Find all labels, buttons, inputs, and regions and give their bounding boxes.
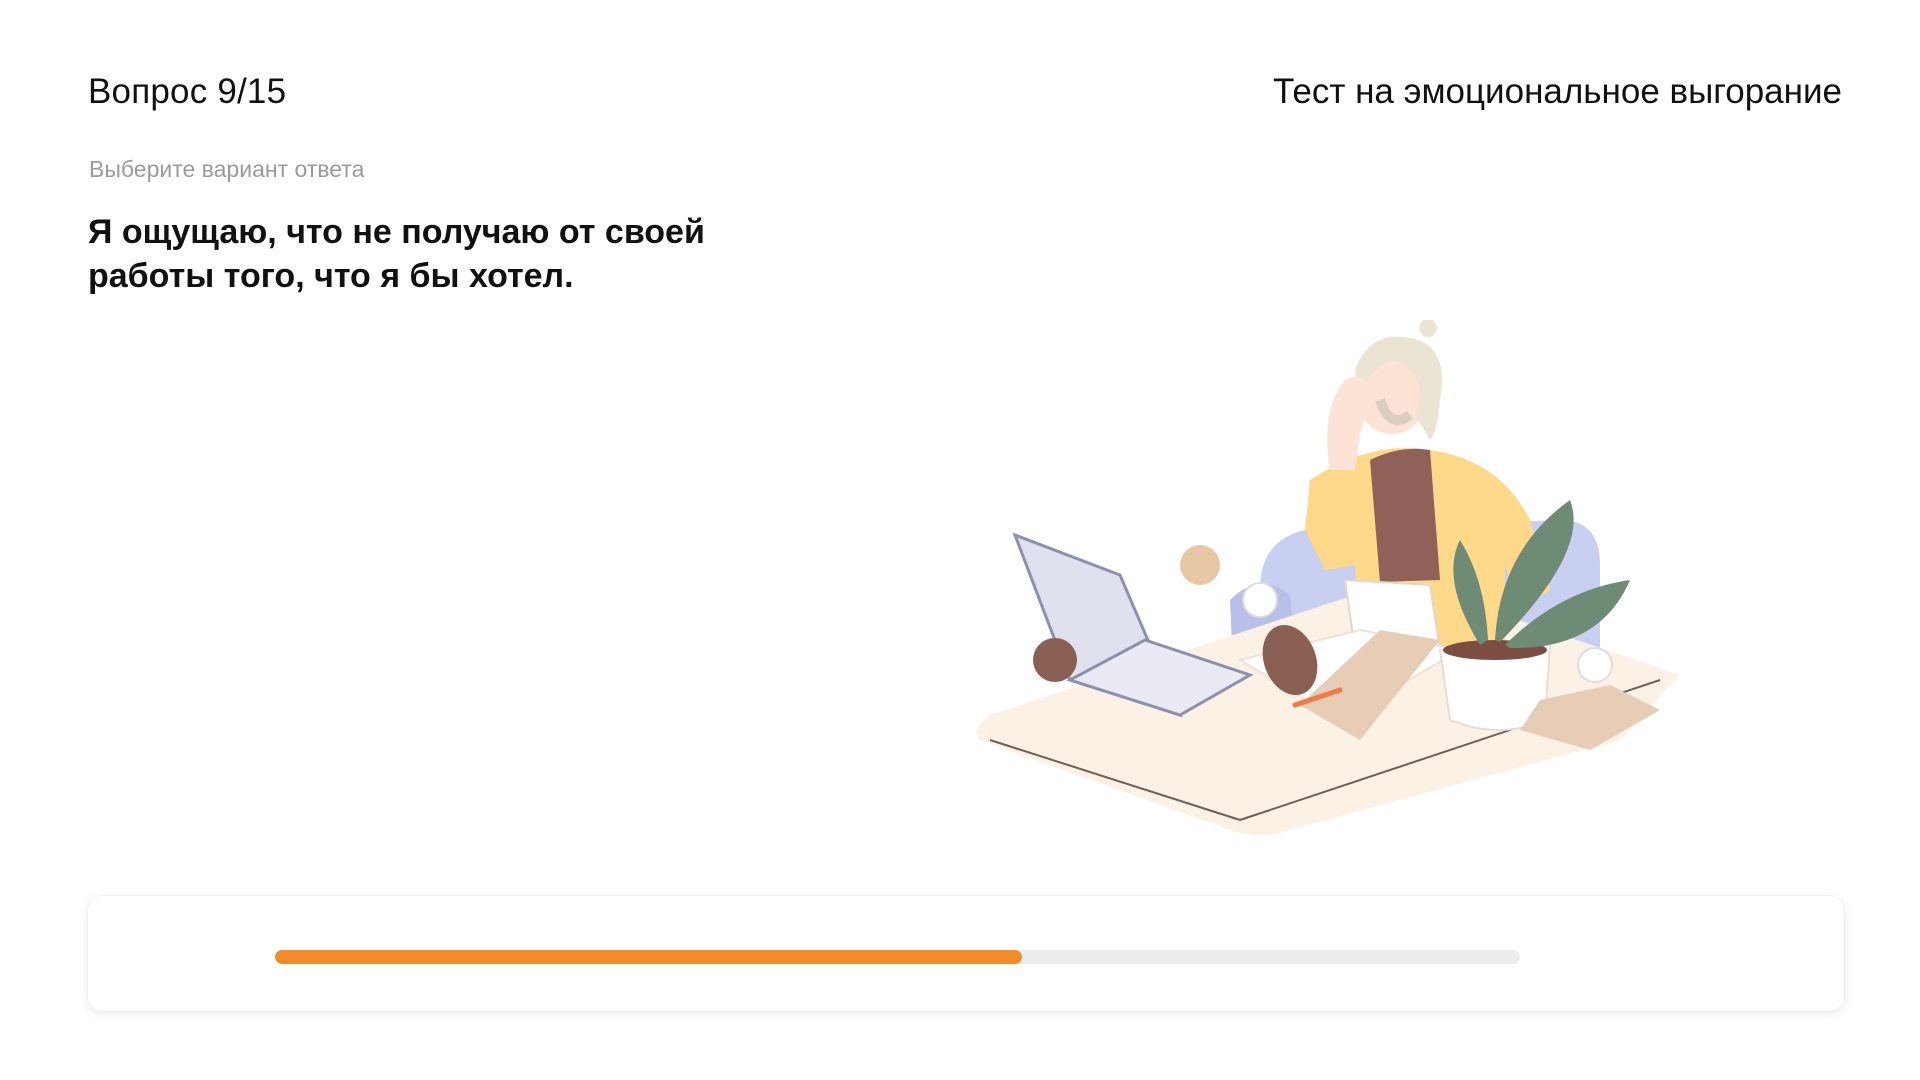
question-text-line-1: Я ощущаю, что не получаю от своей (88, 213, 705, 251)
crumpled-paper-white-2 (1577, 647, 1613, 683)
person-hair-bun (1419, 320, 1437, 337)
question-counter: Вопрос 9/15 (88, 72, 287, 111)
question-text-line-2: работы того, что я бы хотел. (88, 257, 574, 295)
question-text: Я ощущаю, что не получаю от своей работы… (88, 210, 788, 298)
quiz-page: Вопрос 9/15 Тест на эмоциональное выгора… (0, 0, 1920, 1080)
progress-card (88, 896, 1844, 1011)
crumpled-paper-dark (1033, 638, 1077, 682)
test-title: Тест на эмоциональное выгорание (1272, 72, 1842, 111)
person-sweater (1370, 448, 1440, 582)
answer-hint: Выберите вариант ответа (89, 156, 365, 182)
stressed-office-worker-illustration (976, 320, 1680, 835)
crumpled-paper-white (1242, 582, 1278, 618)
progress-track (275, 950, 1520, 964)
progress-fill (275, 950, 1022, 964)
crumpled-paper-tan (1180, 545, 1220, 585)
